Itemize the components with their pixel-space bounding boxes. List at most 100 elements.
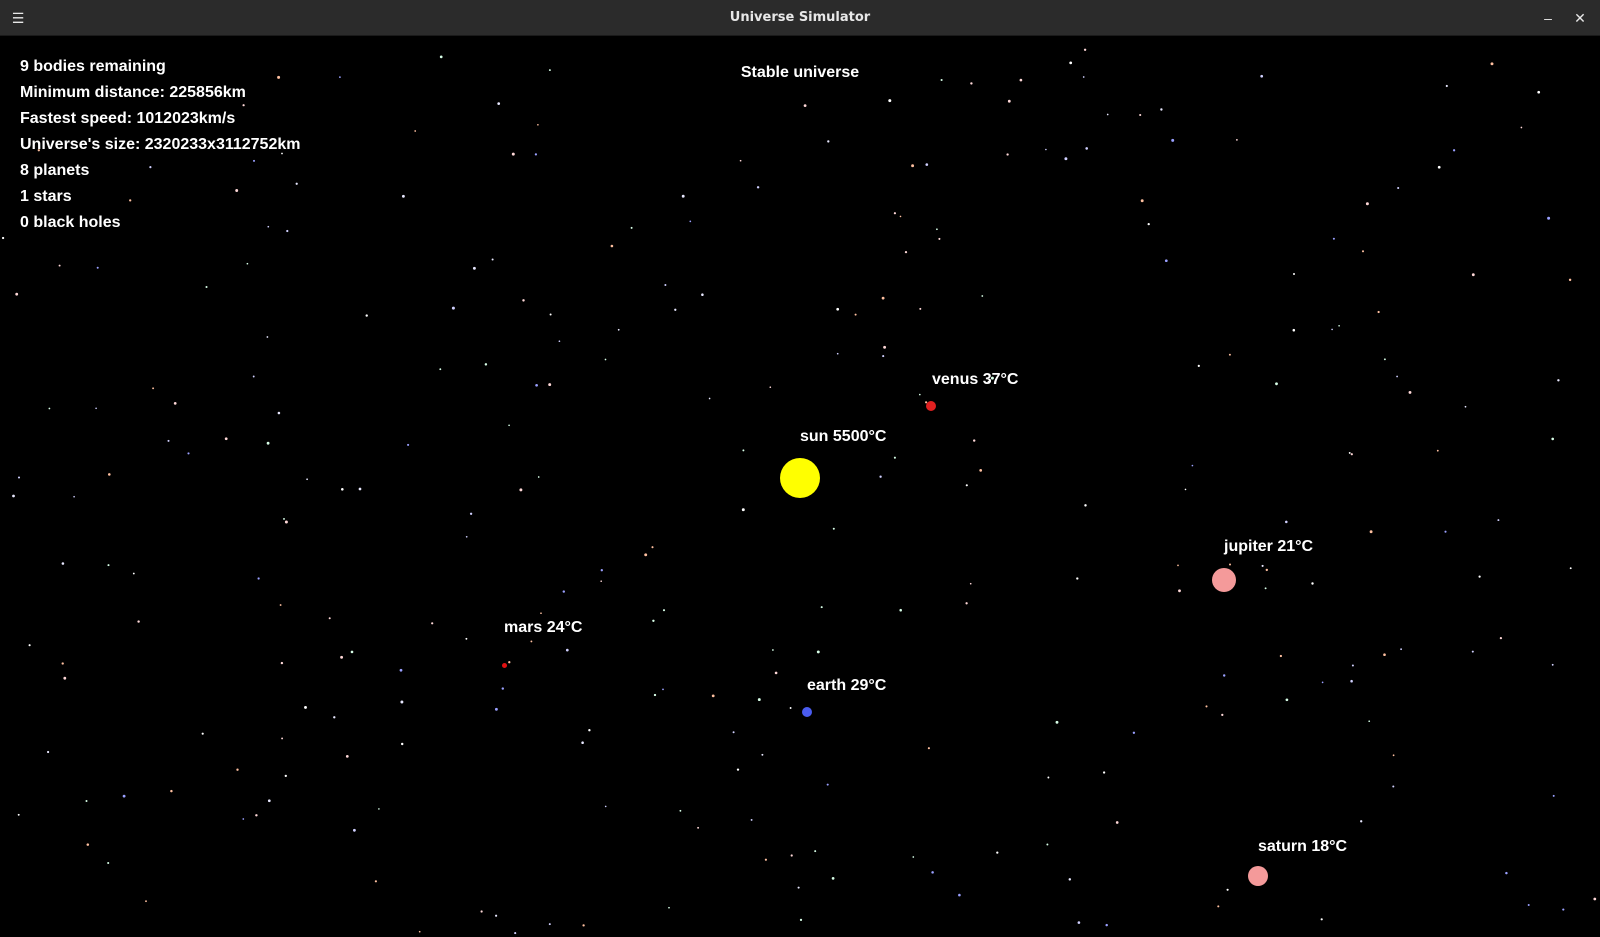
- background-star: [1338, 324, 1340, 327]
- background-star: [664, 283, 667, 287]
- background-star: [1085, 147, 1088, 150]
- background-star: [224, 437, 228, 441]
- background-star: [1164, 259, 1168, 263]
- saturn-body[interactable]: [1248, 866, 1268, 886]
- simulation-canvas[interactable]: 9 bodies remaining Minimum distance: 225…: [0, 36, 1600, 937]
- background-star: [333, 716, 336, 719]
- background-star: [439, 55, 443, 59]
- background-star: [1478, 575, 1481, 578]
- venus-body[interactable]: [926, 401, 936, 411]
- background-star: [814, 850, 817, 853]
- background-star: [61, 662, 64, 665]
- background-star: [803, 104, 807, 107]
- background-star: [772, 649, 774, 651]
- background-star: [1471, 650, 1474, 653]
- background-star: [1229, 563, 1231, 566]
- background-star: [689, 220, 692, 223]
- background-star: [548, 923, 551, 926]
- mars-body[interactable]: [502, 663, 507, 668]
- background-star: [764, 858, 768, 861]
- background-star: [1593, 897, 1597, 901]
- background-star: [1332, 237, 1335, 240]
- background-star: [266, 441, 270, 445]
- background-star: [653, 693, 657, 697]
- sun-body[interactable]: [780, 458, 820, 498]
- background-star: [854, 313, 857, 316]
- background-star: [936, 228, 938, 231]
- background-star: [973, 439, 976, 442]
- background-star: [799, 918, 803, 922]
- background-star: [1568, 278, 1572, 282]
- background-star: [927, 747, 930, 750]
- background-star: [931, 871, 934, 874]
- background-star: [827, 140, 830, 143]
- background-star: [28, 644, 31, 647]
- background-star: [1292, 328, 1296, 332]
- background-star: [893, 456, 896, 459]
- background-star: [581, 741, 584, 744]
- background-star: [1064, 157, 1068, 161]
- background-star: [711, 694, 715, 698]
- background-star: [350, 650, 354, 654]
- background-star: [535, 383, 538, 387]
- background-star: [701, 293, 704, 296]
- background-star: [965, 602, 968, 605]
- app-window: ☰ Universe Simulator – ✕ 9 bodies remain…: [0, 0, 1600, 937]
- background-star: [750, 818, 753, 821]
- background-star: [1552, 794, 1555, 797]
- background-star: [761, 753, 764, 756]
- background-star: [1235, 138, 1238, 141]
- jupiter-body[interactable]: [1212, 568, 1236, 592]
- background-star: [1361, 250, 1365, 253]
- earth-body[interactable]: [802, 707, 812, 717]
- background-star: [757, 698, 761, 702]
- background-star: [1368, 720, 1371, 723]
- background-star: [283, 517, 285, 520]
- background-star: [742, 449, 745, 452]
- background-star: [588, 729, 591, 732]
- background-star: [418, 930, 421, 933]
- background-star: [820, 606, 823, 609]
- background-star: [1261, 564, 1264, 567]
- planet-count: 8 planets: [20, 162, 90, 179]
- background-star: [73, 495, 75, 498]
- background-star: [1392, 754, 1395, 757]
- background-star: [1132, 731, 1136, 734]
- black-hole-count: 0 black holes: [20, 214, 121, 231]
- background-star: [132, 572, 135, 575]
- background-star: [365, 314, 368, 317]
- background-star: [662, 609, 666, 612]
- background-star: [95, 407, 97, 410]
- background-star: [789, 707, 792, 709]
- title-bar[interactable]: ☰ Universe Simulator – ✕: [0, 0, 1600, 36]
- background-star: [1408, 390, 1412, 394]
- background-star: [1520, 126, 1523, 129]
- minimize-icon[interactable]: –: [1536, 6, 1560, 30]
- background-star: [1160, 108, 1163, 111]
- background-star: [836, 352, 839, 355]
- background-star: [600, 580, 602, 582]
- background-star: [836, 307, 840, 311]
- background-star: [1397, 186, 1400, 190]
- background-star: [790, 854, 793, 857]
- background-star: [1184, 488, 1187, 491]
- background-star: [1437, 165, 1441, 169]
- close-icon[interactable]: ✕: [1568, 6, 1592, 30]
- background-star: [1383, 653, 1386, 657]
- background-star: [400, 742, 404, 746]
- background-star: [732, 731, 735, 734]
- background-star: [697, 826, 700, 829]
- background-star: [306, 478, 308, 481]
- background-star: [1226, 888, 1229, 891]
- hamburger-menu-icon[interactable]: ☰: [6, 6, 30, 30]
- background-star: [938, 237, 941, 240]
- background-star: [401, 194, 405, 198]
- background-star: [1205, 705, 1208, 708]
- background-star: [1265, 568, 1268, 572]
- background-star: [1350, 679, 1353, 683]
- background-star: [1471, 273, 1475, 277]
- background-star: [1177, 564, 1179, 567]
- background-star: [173, 402, 177, 405]
- background-star: [465, 637, 468, 640]
- background-star: [431, 622, 434, 625]
